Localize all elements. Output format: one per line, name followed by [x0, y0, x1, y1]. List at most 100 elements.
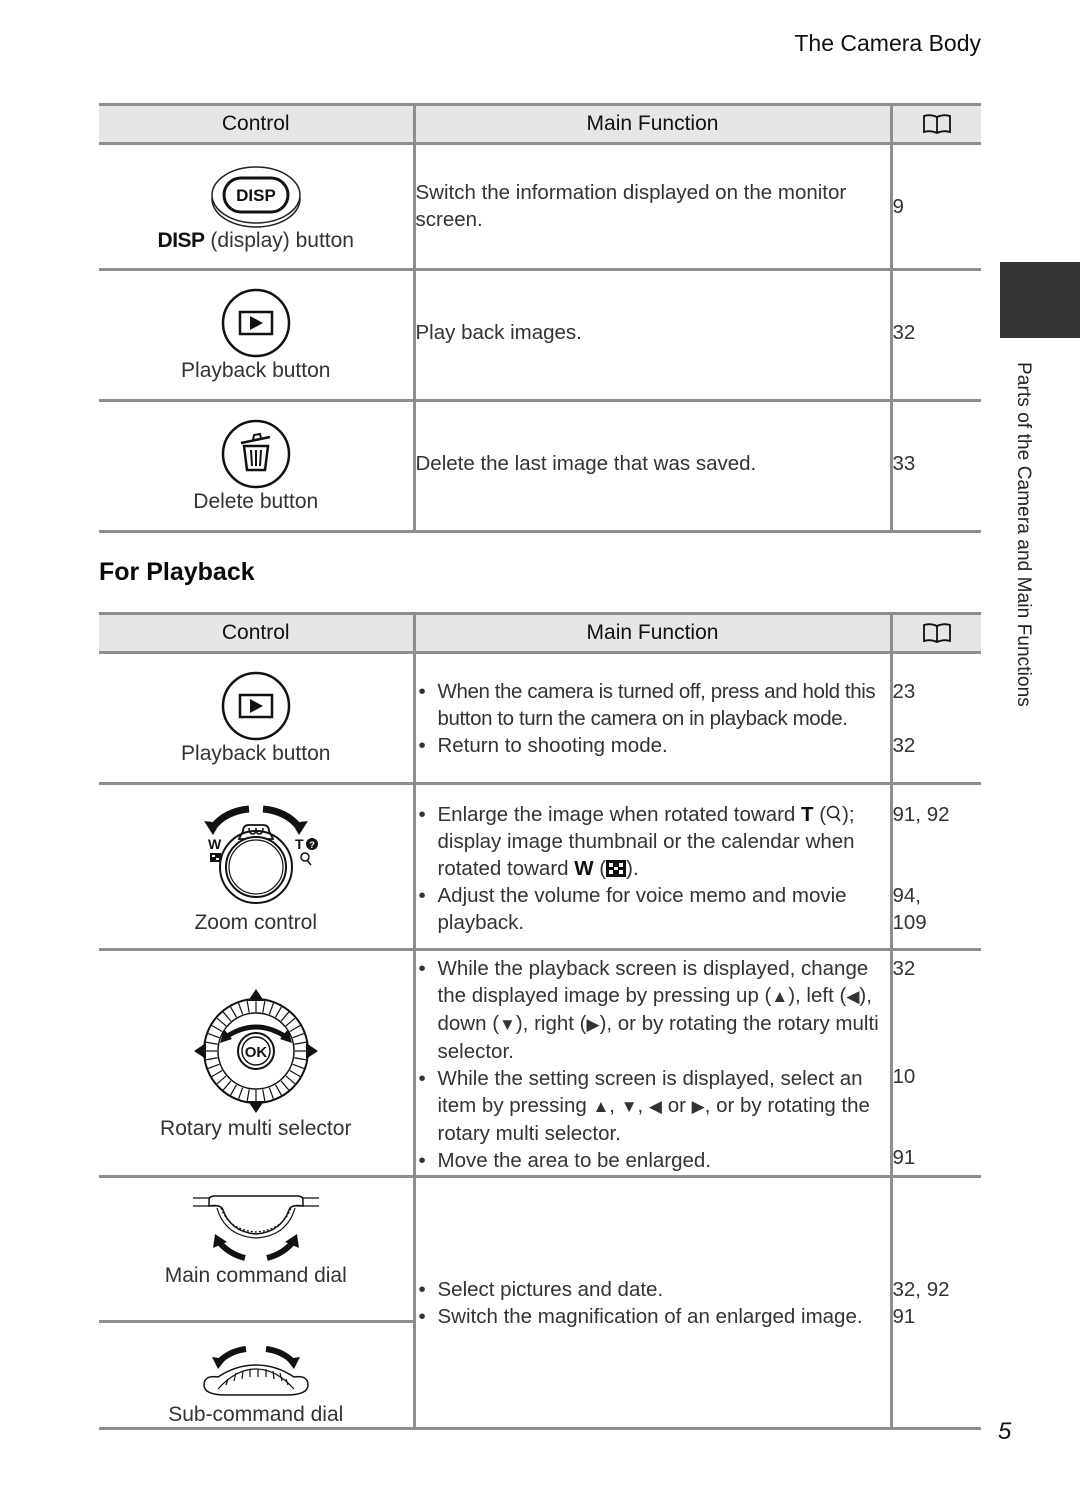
reference-page[interactable]: 33	[889, 399, 981, 533]
reference-page[interactable]: 9	[889, 142, 981, 271]
reference-page[interactable]: 94,	[893, 882, 982, 909]
reference-page[interactable]: 32	[893, 732, 982, 759]
reference-cell: 32, 92 91	[889, 1175, 982, 1430]
control-label: Rotary multi selector	[160, 1117, 352, 1140]
tele-key: T	[801, 803, 814, 826]
rotary-multi-selector-icon: OK	[193, 989, 318, 1113]
table-row: Main command dial Sub-command dial Selec…	[99, 1175, 982, 1430]
dial-tick	[229, 1006, 237, 1018]
reference-page[interactable]: 10	[893, 1063, 982, 1090]
svg-text:?: ?	[309, 840, 315, 850]
page-number: 5	[998, 1418, 1012, 1445]
zoom-control-icon: W T ?	[203, 805, 318, 904]
dial-tick	[292, 1063, 304, 1070]
reference-cell: 91, 92 94, 109	[889, 782, 982, 951]
function-cell: Enlarge the image when rotated toward T …	[412, 782, 893, 951]
control-label: Playback button	[181, 742, 331, 765]
control-cell: OK Rotary multi selector	[99, 948, 416, 1178]
table-row: DISP DISP (display) button Switch the in…	[99, 142, 981, 271]
main-command-dial-icon	[192, 1195, 319, 1261]
down-arrow-icon: ▼	[620, 1097, 638, 1116]
header-reference	[889, 103, 981, 145]
header-reference	[889, 612, 981, 654]
function-cell: When the camera is turned off, press and…	[412, 651, 893, 785]
dial-tick	[237, 1002, 243, 1015]
svg-text:OK: OK	[245, 1044, 268, 1061]
bullet-item: Switch the magnification of an enlarged …	[416, 1303, 890, 1330]
dial-tick	[292, 1032, 304, 1039]
up-arrow-icon: ▲	[771, 987, 789, 1006]
dial-tick	[229, 1084, 237, 1096]
dial-tick	[268, 1087, 274, 1100]
function-cell: Play back images.	[412, 268, 893, 402]
main-command-dial-block: Main command dial	[99, 1192, 413, 1323]
bullet-item: Adjust the volume for voice memo and mov…	[416, 882, 890, 936]
header-control: Control	[99, 612, 416, 654]
control-cell: Delete button	[99, 399, 416, 533]
function-cell: Select pictures and date. Switch the mag…	[412, 1175, 893, 1430]
reference-page[interactable]: 91	[893, 1303, 982, 1330]
control-label: Main command dial	[164, 1264, 347, 1287]
left-arrow-icon: ◀	[648, 1097, 662, 1116]
dial-tick	[246, 1089, 250, 1102]
dial-tick	[268, 1002, 274, 1015]
book-icon	[922, 623, 951, 644]
sub-command-dial-block: Sub-command dial	[99, 1339, 413, 1427]
control-label: DISP (display) button	[157, 229, 354, 252]
dial-tick	[205, 1057, 218, 1061]
dial-tick	[280, 1011, 289, 1022]
control-cell: Playback button	[99, 268, 416, 402]
reference-page[interactable]: 91	[893, 1144, 982, 1171]
dial-tick	[205, 1041, 218, 1045]
dial-tick	[274, 1084, 282, 1096]
dial-tick	[211, 1024, 223, 1033]
dial-tick	[285, 1017, 296, 1027]
dial-tick	[222, 1080, 232, 1091]
dial-tick	[285, 1075, 296, 1085]
dial-tick	[222, 1011, 232, 1022]
book-icon	[922, 114, 951, 135]
disp-button-icon: DISP	[211, 166, 301, 228]
dial-tick	[294, 1057, 307, 1061]
table-header-row: Control Main Function	[99, 612, 981, 654]
dial-tick	[237, 1087, 243, 1100]
table-row: OK Rotary multi selector While the playb…	[99, 948, 982, 1178]
reference-page[interactable]: 91, 92	[893, 801, 982, 828]
reference-page[interactable]: 23	[893, 678, 982, 705]
dial-tick	[274, 1006, 282, 1018]
up-arrow-icon: ▲	[592, 1097, 610, 1116]
function-cell: Delete the last image that was saved.	[412, 399, 893, 533]
bullet-item: Enlarge the image when rotated toward T …	[416, 801, 890, 882]
dial-tick	[280, 1080, 289, 1091]
table-row: Delete button Delete the last image that…	[99, 399, 981, 533]
magnify-icon	[826, 805, 841, 822]
sub-command-dial-icon	[202, 1346, 309, 1396]
svg-text:DISP: DISP	[236, 186, 276, 205]
reference-page[interactable]: 32	[889, 268, 981, 402]
playback-button-icon	[221, 288, 290, 358]
bullet-item: When the camera is turned off, press and…	[416, 678, 890, 732]
dial-tick	[211, 1069, 223, 1078]
reference-cell: 32 10 91	[889, 948, 982, 1178]
playback-controls-table: Control Main Function Playback button Wh…	[99, 612, 981, 1430]
reference-page[interactable]: 109	[893, 909, 982, 936]
function-cell: While the playback screen is displayed, …	[412, 948, 893, 1178]
bullet-item: Return to shooting mode.	[416, 732, 890, 759]
down-arrow-icon: ▼	[499, 1015, 516, 1034]
chapter-tab	[1000, 262, 1080, 338]
table-row: Playback button Play back images. 32	[99, 268, 981, 402]
delete-button-icon	[221, 419, 290, 489]
svg-text:W: W	[208, 836, 222, 852]
dial-tick	[207, 1063, 220, 1070]
reference-page[interactable]: 32, 92	[893, 1276, 982, 1303]
reference-page[interactable]: 32	[893, 955, 982, 982]
right-arrow-icon: ▶	[586, 1015, 600, 1034]
dial-tick	[216, 1075, 227, 1085]
bullet-item: Move the area to be enlarged.	[416, 1147, 890, 1174]
dial-tick	[261, 1000, 266, 1013]
thumbnail-icon	[606, 860, 627, 877]
chapter-side-label: Parts of the Camera and Main Functions	[1013, 362, 1034, 707]
header-main-function: Main Function	[412, 103, 893, 145]
header-main-function: Main Function	[412, 612, 893, 654]
control-label: Delete button	[193, 490, 319, 513]
